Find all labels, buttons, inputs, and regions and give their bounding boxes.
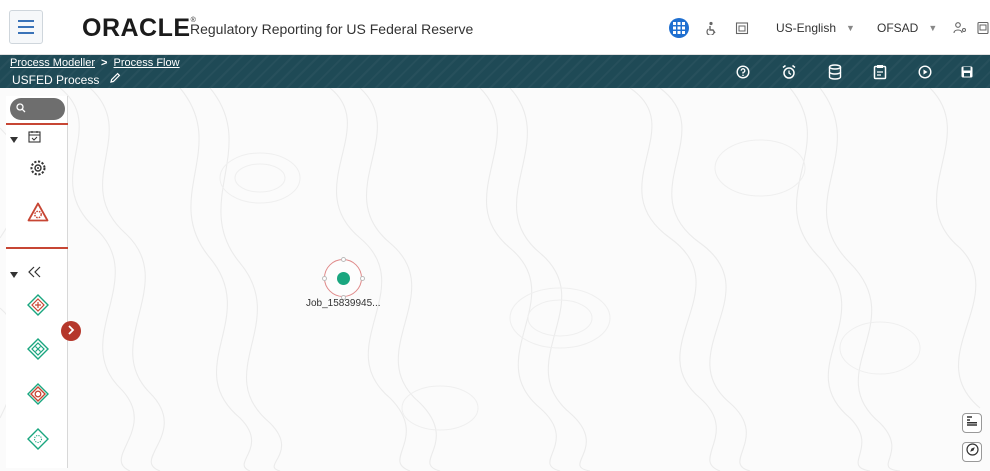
save-icon[interactable] [958,63,976,81]
chevron-right-icon [67,322,75,340]
compass-button[interactable] [962,442,982,462]
double-arrow-left-icon [28,265,42,283]
alarm-clock-icon[interactable] [780,63,798,81]
caret-down-icon [10,265,18,283]
top-header: ORACLE® Regulatory Reporting for US Fede… [0,0,990,55]
page-banner: Process Modeller > Process Flow USFED Pr… [0,55,990,88]
breadcrumb-link-process-modeller[interactable]: Process Modeller [10,57,95,69]
language-select[interactable]: US-English ▼ [776,16,855,40]
calendar-task-icon [28,130,41,148]
chevron-down-icon: ▼ [846,23,855,33]
user-select[interactable]: OFSAD ▼ [877,16,937,40]
accessibility-icon[interactable] [704,19,722,37]
compass-icon [965,443,979,461]
node-handle[interactable] [322,276,327,281]
app-title: Regulatory Reporting for US Federal Rese… [190,21,474,37]
settings-gears-icon[interactable] [26,156,50,180]
apps-grid-icon[interactable] [669,18,689,38]
palette-section-transitions[interactable] [10,265,42,283]
gateway-diamond-dotted-icon[interactable] [26,427,50,451]
palette-divider [6,123,68,125]
clipboard-icon[interactable] [871,63,889,81]
component-palette [6,96,68,468]
menu-button[interactable] [9,10,43,44]
breadcrumb: Process Modeller > Process Flow [10,57,180,69]
oracle-logo: ORACLE® [82,14,197,42]
user-icon[interactable] [951,19,969,37]
edit-pencil-icon[interactable] [109,72,121,87]
node-handle[interactable] [341,257,346,262]
palette-search[interactable] [10,98,65,120]
help-icon[interactable] [734,63,752,81]
page-title: USFED Process [12,72,121,87]
process-canvas[interactable] [0,88,990,471]
calendar-icon[interactable] [733,19,751,37]
node-handle[interactable] [360,276,365,281]
node-status-dot [337,272,350,285]
process-node[interactable] [322,257,365,300]
search-icon [16,100,26,118]
caret-down-icon [10,130,18,148]
breadcrumb-link-process-flow[interactable]: Process Flow [114,57,180,69]
run-play-icon[interactable] [916,63,934,81]
expand-panel-button[interactable] [61,321,81,341]
palette-section-activities[interactable] [10,130,41,148]
help-book-icon[interactable] [974,19,990,37]
gateway-diamond-red-icon[interactable] [26,293,50,317]
warning-gear-icon[interactable] [26,200,50,224]
chevron-down-icon: ▼ [928,23,938,33]
gateway-diamond-green-icon[interactable] [26,337,50,361]
database-icon[interactable] [826,63,844,81]
minimap-toggle-button[interactable] [962,413,982,433]
breadcrumb-separator: > [101,57,108,69]
canvas-background-pattern [0,88,981,471]
gateway-diamond-circle-icon[interactable] [26,382,50,406]
palette-divider [6,247,68,249]
node-label: Job_15839945... [306,298,381,309]
layout-icon [966,414,978,432]
